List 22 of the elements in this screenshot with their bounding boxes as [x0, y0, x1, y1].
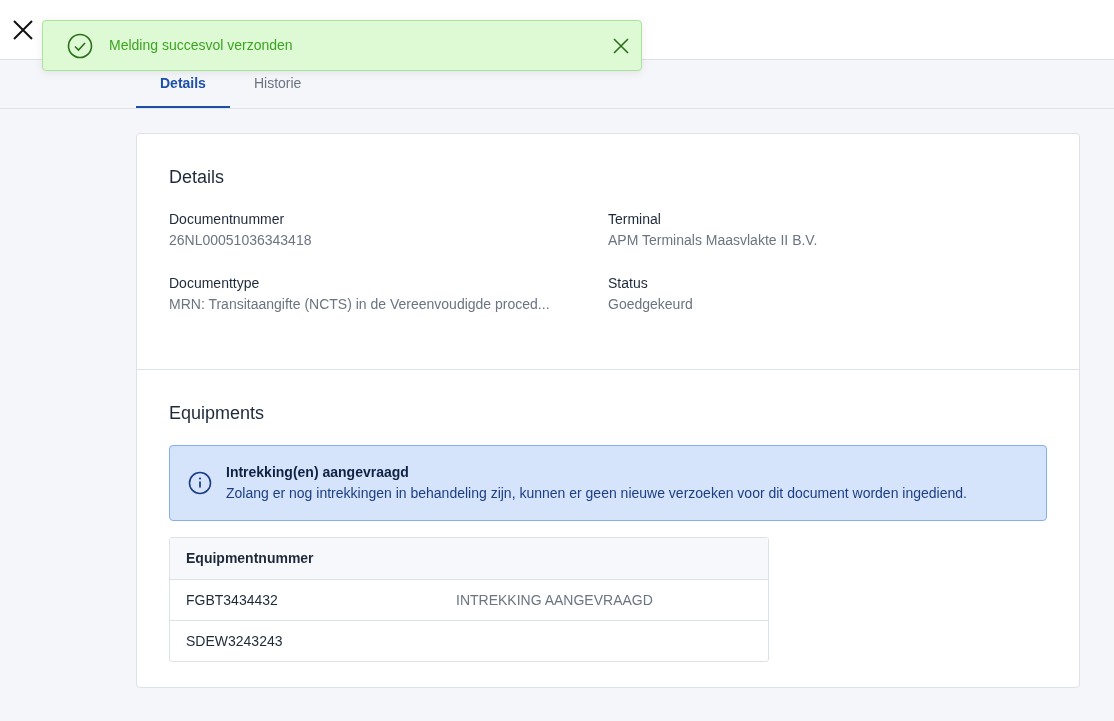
field-label: Status [608, 274, 649, 293]
tab[interactable]: Details [136, 60, 230, 108]
section-heading: Details [169, 166, 226, 189]
field-label: Terminal [608, 210, 662, 229]
alert-title: Intrekking(en) aangevraagd [226, 463, 410, 482]
section-heading: Equipments [169, 402, 266, 425]
field-value: 26NL00051036343418 [169, 231, 313, 250]
close-icon[interactable] [12, 18, 34, 41]
table-cell-text: FGBT3434432 [186, 590, 279, 610]
field-label: Documenttype [169, 274, 261, 293]
check-circle-icon [67, 32, 93, 59]
info-icon [188, 471, 212, 495]
field-value: MRN: Transitaangifte (NCTS) in de Vereenvoudigde proced... [169, 295, 551, 314]
toast-message: Melding succesvol verzonden [109, 36, 294, 55]
field-value: APM Terminals Maasvlakte II B.V. [608, 231, 819, 250]
column-header: Equipmentnummer [186, 549, 315, 568]
alert-text: Zolang er nog intrekkingen in behandeling zijn, kunnen er geen nieuwe verzoeken voor dit document worden ingediend. [226, 484, 967, 503]
field-value: Goedgekeurd [608, 295, 694, 314]
tab[interactable]: Historie [229, 60, 326, 108]
status-text: INTREKKING AANGEVRAAGD [456, 590, 653, 610]
table-cell-text: SDEW3243243 [186, 631, 284, 651]
field-label: Documentnummer [169, 210, 286, 229]
